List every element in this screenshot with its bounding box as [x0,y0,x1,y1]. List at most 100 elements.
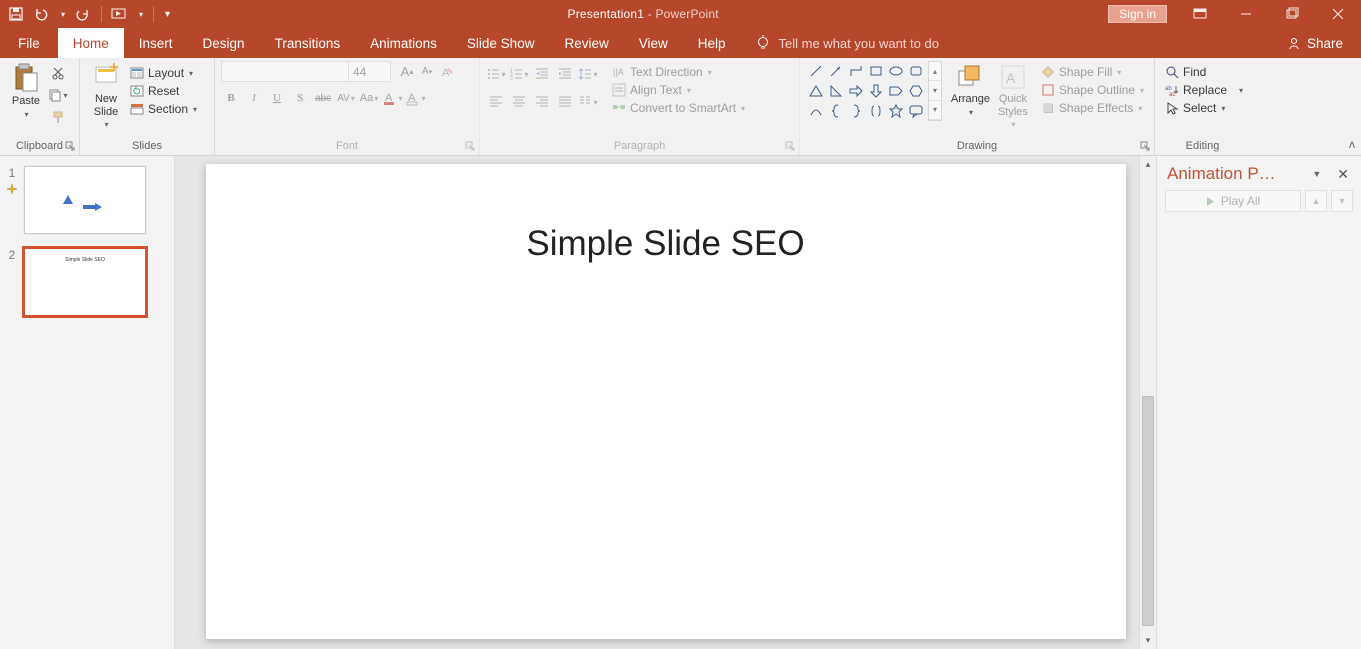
move-down-button[interactable]: ▼ [1331,190,1353,212]
shape-effects-button[interactable]: Shape Effects▾ [1037,100,1148,116]
decrease-font-button[interactable]: A▾ [417,62,437,82]
thumbnail-slide-2[interactable]: Simple Slide SEO [24,248,146,316]
find-button[interactable]: Find [1161,64,1247,80]
font-name-input[interactable] [221,61,349,82]
maximize-icon[interactable] [1269,0,1315,28]
clear-formatting-button[interactable]: A [437,62,457,82]
select-button[interactable]: Select▾ [1161,100,1247,116]
tab-home[interactable]: Home [58,28,124,58]
tab-review[interactable]: Review [549,28,623,58]
italic-button[interactable]: I [244,88,264,108]
shape-brace-left-icon[interactable] [826,101,846,121]
shape-line-icon[interactable] [806,61,826,81]
align-center-button[interactable] [509,92,529,112]
scroll-up-icon[interactable]: ▴ [1140,156,1156,173]
section-button[interactable]: Section▾ [126,101,201,117]
align-text-button[interactable]: Align Text▾ [608,82,749,98]
play-all-button[interactable]: Play All [1165,190,1301,212]
tab-slideshow[interactable]: Slide Show [452,28,550,58]
shape-curve-icon[interactable] [806,101,826,121]
shape-rect-icon[interactable] [866,61,886,81]
tab-transitions[interactable]: Transitions [260,28,356,58]
shape-roundrect-icon[interactable] [906,61,926,81]
tell-me-search[interactable]: Tell me what you want to do [741,28,953,58]
arrange-button[interactable]: Arrange ▾ [948,61,993,119]
numbering-button[interactable]: 123▾ [509,64,529,84]
decrease-indent-button[interactable] [532,64,552,84]
text-shadow-button[interactable]: S [290,88,310,108]
scrollbar-thumb[interactable] [1142,396,1154,626]
chevron-down-icon[interactable]: ▾ [929,81,941,100]
shape-outline-button[interactable]: Shape Outline▾ [1037,82,1148,98]
save-icon[interactable] [8,6,24,22]
paragraph-dialog-launcher-icon[interactable] [783,139,797,153]
format-painter-button[interactable] [48,107,68,127]
undo-dropdown-icon[interactable]: ▾ [61,10,65,19]
strikethrough-button[interactable]: abc [313,88,333,108]
tab-design[interactable]: Design [188,28,260,58]
share-button[interactable]: Share [1269,28,1361,58]
more-icon[interactable]: ▾ [929,101,941,120]
collapse-ribbon-icon[interactable]: ʌ [1349,137,1355,151]
clipboard-dialog-launcher-icon[interactable] [63,139,77,153]
thumbnail-1[interactable]: 1 [6,166,164,234]
char-spacing-button[interactable]: AV▾ [336,88,356,108]
underline-button[interactable]: U [267,88,287,108]
tab-help[interactable]: Help [683,28,741,58]
minimize-icon[interactable] [1223,0,1269,28]
replace-button[interactable]: abacReplace▾ [1161,82,1247,98]
increase-font-button[interactable]: A▴ [397,62,417,82]
shape-oval-icon[interactable] [886,61,906,81]
start-from-beginning-icon[interactable] [112,6,128,22]
shape-arrow-line-icon[interactable] [826,61,846,81]
slide-title-text[interactable]: Simple Slide SEO [206,224,1126,264]
shape-rtriangle-icon[interactable] [826,81,846,101]
align-left-button[interactable] [486,92,506,112]
vertical-scrollbar[interactable]: ▴ ▾ [1139,156,1156,649]
undo-icon[interactable] [34,6,50,22]
shape-fill-button[interactable]: Shape Fill▾ [1037,64,1148,80]
reset-button[interactable]: Reset [126,83,201,99]
bullets-button[interactable]: ▾ [486,64,506,84]
drawing-dialog-launcher-icon[interactable] [1138,139,1152,153]
move-up-button[interactable]: ▲ [1305,190,1327,212]
shape-arrow-down-icon[interactable] [866,81,886,101]
thumbnail-2[interactable]: 2 Simple Slide SEO [6,248,164,316]
paste-button[interactable]: Paste ▾ [6,61,46,121]
ribbon-display-options-icon[interactable] [1177,0,1223,28]
shapes-gallery-scroll[interactable]: ▴ ▾ ▾ [928,61,942,121]
change-case-button[interactable]: Aa▾ [359,88,379,108]
shape-hexagon-icon[interactable] [906,81,926,101]
layout-button[interactable]: Layout▾ [126,65,201,81]
text-direction-button[interactable]: ||AText Direction▾ [608,64,749,80]
sign-in-button[interactable]: Sign in [1108,5,1167,23]
thumbnail-slide-1[interactable] [24,166,146,234]
quick-styles-button[interactable]: A Quick Styles ▾ [993,61,1033,131]
chevron-up-icon[interactable]: ▴ [929,62,941,81]
animation-pane-menu-icon[interactable]: ▼ [1306,169,1327,179]
convert-smartart-button[interactable]: Convert to SmartArt▾ [608,100,749,116]
shape-brace-pair-icon[interactable] [866,101,886,121]
shape-triangle-icon[interactable] [806,81,826,101]
start-dropdown-icon[interactable]: ▾ [139,10,143,19]
shape-pentagon-arrow-icon[interactable] [886,81,906,101]
new-slide-button[interactable]: New Slide ▾ [86,61,126,131]
tab-file[interactable]: File [0,28,58,58]
shapes-gallery[interactable] [806,61,926,121]
cut-button[interactable] [48,63,68,83]
font-size-input[interactable]: 44 [349,61,391,82]
justify-button[interactable] [555,92,575,112]
shape-star-icon[interactable] [886,101,906,121]
redo-icon[interactable] [75,6,91,22]
align-right-button[interactable] [532,92,552,112]
tab-view[interactable]: View [624,28,683,58]
shape-arrow-right-icon[interactable] [846,81,866,101]
close-icon[interactable] [1315,0,1361,28]
bold-button[interactable]: B [221,88,241,108]
qat-customize-icon[interactable]: ▾ [165,9,170,20]
scroll-down-icon[interactable]: ▾ [1140,632,1156,649]
font-dialog-launcher-icon[interactable] [463,139,477,153]
tab-insert[interactable]: Insert [124,28,188,58]
columns-button[interactable]: ▾ [578,92,598,112]
increase-indent-button[interactable] [555,64,575,84]
